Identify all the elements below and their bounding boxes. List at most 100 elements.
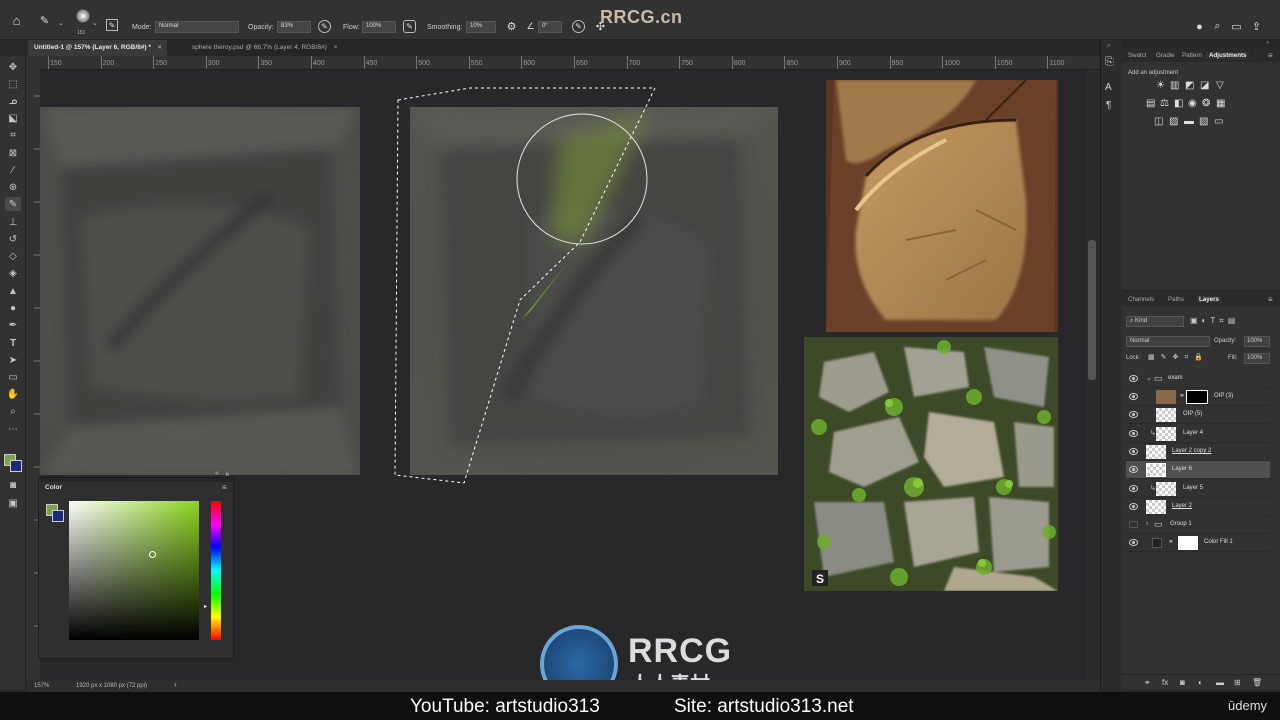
- home-icon[interactable]: ⌂: [10, 13, 23, 28]
- airbrush-icon[interactable]: ✎: [403, 20, 416, 33]
- character-panel-icon[interactable]: A: [1105, 82, 1112, 93]
- eye-icon[interactable]: [1129, 430, 1138, 437]
- exposure-adjust-icon[interactable]: ◪: [1200, 80, 1209, 91]
- collapse-icon[interactable]: »: [1107, 43, 1110, 49]
- saturation-value-field[interactable]: [69, 501, 199, 640]
- hue-slider-handle[interactable]: ▸: [204, 603, 207, 610]
- layer-row[interactable]: Layer 2 copy 2: [1126, 443, 1270, 461]
- blur-tool-icon[interactable]: ▲: [5, 284, 21, 298]
- brush-size-dropdown-icon[interactable]: ⌄: [92, 19, 98, 27]
- frame-tool-icon[interactable]: ⊠: [5, 146, 21, 160]
- levels-adjust-icon[interactable]: ▥: [1170, 80, 1179, 91]
- eye-icon[interactable]: [1129, 448, 1138, 455]
- layer-mask-thumbnail[interactable]: [1178, 536, 1198, 550]
- layer-row-selected[interactable]: Layer 6: [1126, 461, 1270, 479]
- tab-paths[interactable]: Paths: [1168, 296, 1184, 303]
- paint-bucket-tool-icon[interactable]: ◈: [5, 266, 21, 280]
- hand-tool-icon[interactable]: ✋: [5, 387, 21, 401]
- collapse-icon[interactable]: «: [215, 470, 219, 477]
- layer-row[interactable]: ⚭ Color Fill 1: [1126, 534, 1270, 552]
- layer-fill-input[interactable]: 100%: [1244, 353, 1270, 364]
- status-arrow-icon[interactable]: ›: [174, 680, 177, 689]
- threshold-adjust-icon[interactable]: ▬: [1184, 116, 1194, 127]
- blend-mode-select[interactable]: Normal: [1126, 336, 1210, 347]
- tab-channels[interactable]: Channels: [1128, 296, 1154, 303]
- workspace-icon[interactable]: ▭: [1230, 20, 1243, 33]
- zoom-tool-icon[interactable]: ⌕: [5, 404, 21, 418]
- gradient-map-adjust-icon[interactable]: ▭: [1214, 116, 1223, 127]
- eye-icon[interactable]: [1129, 411, 1138, 418]
- eye-icon[interactable]: [1129, 466, 1138, 473]
- hue-saturation-adjust-icon[interactable]: ▤: [1146, 98, 1155, 109]
- adjustment-layer-icon[interactable]: ◐: [1198, 678, 1203, 687]
- type-tool-icon[interactable]: T: [5, 336, 21, 350]
- healing-tool-icon[interactable]: ⊕: [5, 180, 21, 194]
- search-icon[interactable]: ⌕: [1211, 20, 1224, 33]
- brush-dropdown-icon[interactable]: ⌄: [58, 19, 64, 27]
- panel-menu-icon[interactable]: ≡: [1268, 51, 1273, 60]
- invert-adjust-icon[interactable]: ◫: [1154, 116, 1163, 127]
- black-white-adjust-icon[interactable]: ◧: [1174, 98, 1183, 109]
- share-icon[interactable]: ⇪: [1250, 20, 1263, 33]
- zoom-level[interactable]: 157%: [34, 683, 49, 689]
- crop-tool-icon[interactable]: ⌗: [5, 128, 21, 142]
- layer-style-icon[interactable]: fx: [1162, 678, 1168, 687]
- selective-color-adjust-icon[interactable]: ▧: [1199, 116, 1208, 127]
- close-icon[interactable]: ×: [334, 44, 338, 51]
- eye-icon[interactable]: [1129, 393, 1138, 400]
- mode-select[interactable]: Normal: [155, 21, 239, 33]
- color-lookup-adjust-icon[interactable]: ▦: [1216, 98, 1225, 109]
- background-color-swatch[interactable]: [10, 460, 22, 472]
- close-icon[interactable]: ×: [158, 44, 162, 51]
- chevron-right-icon[interactable]: ›: [1146, 520, 1148, 527]
- color-panel-grip[interactable]: [39, 478, 233, 482]
- hue-slider[interactable]: [211, 501, 221, 640]
- brightness-adjust-icon[interactable]: ☀: [1156, 80, 1165, 91]
- layer-row[interactable]: › ▭ Group 1: [1126, 516, 1270, 534]
- rectangle-tool-icon[interactable]: ▭: [5, 370, 21, 384]
- new-layer-icon[interactable]: ⊞: [1234, 678, 1241, 687]
- layer-row[interactable]: ↳ Layer 5: [1126, 480, 1270, 498]
- color-balance-adjust-icon[interactable]: ⚖: [1160, 98, 1169, 109]
- lock-icons[interactable]: ▦✎✥⌗🔒: [1148, 353, 1209, 362]
- photo-filter-adjust-icon[interactable]: ◉: [1188, 98, 1197, 109]
- close-icon[interactable]: ×: [225, 470, 230, 479]
- layer-row[interactable]: ⚭ OIP (3): [1126, 388, 1270, 406]
- brush-preset-icon[interactable]: [76, 9, 90, 23]
- layer-row[interactable]: Layer 2: [1126, 498, 1270, 516]
- user-icon[interactable]: ●: [1193, 20, 1206, 33]
- smoothing-input[interactable]: 10%: [466, 21, 496, 33]
- paragraph-panel-icon[interactable]: ¶: [1106, 100, 1111, 111]
- brush-settings-icon[interactable]: ✎: [106, 19, 118, 31]
- delete-layer-icon[interactable]: 🗑: [1252, 678, 1262, 687]
- pen-tool-icon[interactable]: ✒: [5, 318, 21, 332]
- layer-row[interactable]: ↳ Layer 4: [1126, 425, 1270, 443]
- gear-icon[interactable]: ⚙: [505, 20, 518, 33]
- tab-swatches[interactable]: Swatcl: [1128, 52, 1146, 59]
- layer-opacity-input[interactable]: 100%: [1244, 336, 1270, 347]
- vibrance-adjust-icon[interactable]: ▽: [1216, 80, 1224, 91]
- chevron-down-icon[interactable]: ⌄: [1146, 374, 1152, 382]
- layer-filter-select[interactable]: ⌕ Kind: [1126, 316, 1184, 327]
- eye-icon[interactable]: [1129, 375, 1138, 382]
- document-tab-inactive[interactable]: sphere theroy.psd @ 66.7% (Layer 4, RGB/…: [186, 40, 343, 56]
- angle-input[interactable]: 0°: [538, 21, 562, 33]
- opacity-input[interactable]: 83%: [277, 21, 311, 33]
- visibility-off-box[interactable]: [1129, 521, 1138, 528]
- tab-adjustments[interactable]: Adjustments: [1206, 52, 1250, 59]
- eye-icon[interactable]: [1129, 539, 1138, 546]
- collapse-icon[interactable]: «: [1266, 40, 1269, 46]
- eyedropper-tool-icon[interactable]: ⁄: [5, 163, 21, 177]
- lasso-tool-icon[interactable]: ᓄ: [5, 94, 21, 108]
- eye-icon[interactable]: [1129, 485, 1138, 492]
- tab-layers[interactable]: Layers: [1196, 296, 1222, 303]
- history-panel-icon[interactable]: ⎘: [1105, 56, 1114, 69]
- link-layers-icon[interactable]: ⚭: [1144, 678, 1151, 687]
- layer-filter-icons[interactable]: ▣◐T⌗▤: [1190, 316, 1239, 326]
- path-select-tool-icon[interactable]: ➤: [5, 353, 21, 367]
- pressure-opacity-icon[interactable]: ✎: [318, 20, 331, 33]
- screen-mode-icon[interactable]: ▣: [5, 496, 21, 510]
- layer-row[interactable]: OIP (5): [1126, 406, 1270, 424]
- history-brush-tool-icon[interactable]: ↺: [5, 232, 21, 246]
- new-group-icon[interactable]: ▬: [1216, 678, 1224, 687]
